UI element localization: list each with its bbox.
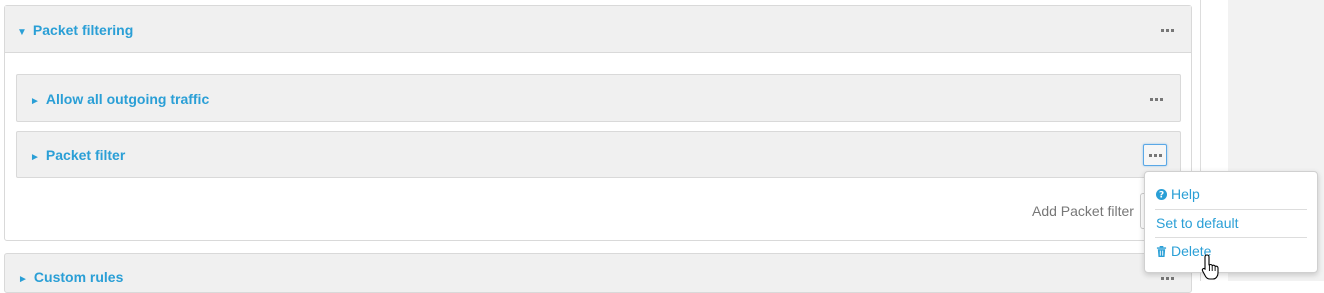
menu-item-help[interactable]: ? Help bbox=[1156, 186, 1200, 202]
set-default-label: Set to default bbox=[1156, 215, 1239, 231]
expanded-triangle-icon: ▼ bbox=[17, 27, 27, 38]
hand-pointer-icon bbox=[1201, 254, 1219, 280]
packet-filter-item[interactable]: ► Packet filter bbox=[16, 131, 1181, 178]
allow-outgoing-item[interactable]: ► Allow all outgoing traffic bbox=[16, 74, 1181, 122]
menu-divider bbox=[1155, 209, 1307, 210]
help-label: Help bbox=[1171, 186, 1200, 202]
collapsed-triangle-icon: ► bbox=[30, 152, 40, 163]
packet-filtering-title[interactable]: ▼ Packet filtering bbox=[17, 22, 133, 41]
collapsed-triangle-icon: ► bbox=[30, 96, 40, 107]
more-dots-icon[interactable] bbox=[1157, 23, 1177, 37]
packet-filter-label: Packet filter bbox=[45, 147, 126, 163]
custom-rules-panel[interactable]: ► Custom rules bbox=[4, 253, 1192, 293]
question-circle-icon: ? bbox=[1156, 189, 1167, 200]
more-dots-icon[interactable] bbox=[1143, 144, 1167, 166]
menu-divider bbox=[1155, 237, 1307, 238]
trash-icon bbox=[1156, 246, 1167, 257]
add-packet-filter-label: Add Packet filter bbox=[1032, 203, 1134, 219]
packet-filtering-panel: ▼ Packet filtering ► Allow all outgoing tr… bbox=[4, 5, 1192, 241]
custom-rules-title[interactable]: ► Custom rules bbox=[18, 269, 123, 288]
custom-rules-label: Custom rules bbox=[33, 269, 124, 285]
context-menu: ? Help Set to default Delete bbox=[1144, 171, 1318, 273]
collapsed-triangle-icon: ► bbox=[18, 274, 28, 285]
more-dots-icon[interactable] bbox=[1146, 92, 1166, 106]
packet-filter-title[interactable]: ► Packet filter bbox=[30, 147, 125, 166]
menu-item-set-default[interactable]: Set to default bbox=[1156, 215, 1239, 231]
allow-outgoing-label: Allow all outgoing traffic bbox=[45, 91, 210, 107]
packet-filtering-header[interactable]: ▼ Packet filtering bbox=[5, 6, 1191, 53]
more-dots-icon[interactable] bbox=[1157, 271, 1177, 285]
packet-filtering-label: Packet filtering bbox=[32, 22, 134, 38]
allow-outgoing-title[interactable]: ► Allow all outgoing traffic bbox=[30, 91, 209, 110]
svg-text:?: ? bbox=[1159, 190, 1164, 200]
